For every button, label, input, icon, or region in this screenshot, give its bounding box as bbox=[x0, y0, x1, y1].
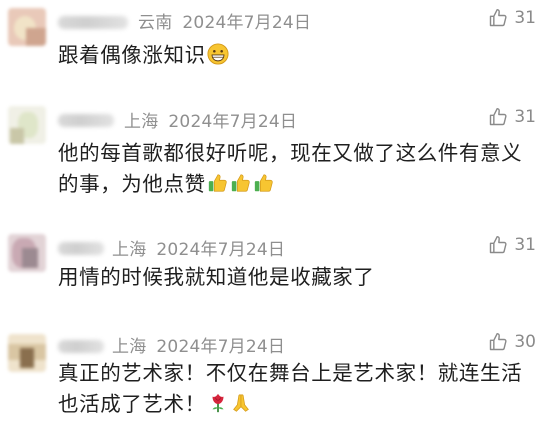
like-button[interactable]: 30 bbox=[488, 332, 536, 352]
like-count: 30 bbox=[514, 332, 536, 352]
comment-text: 真正的艺术家！不仅在舞台上是艺术家！就连生活也活成了艺术！ bbox=[58, 358, 528, 420]
username-redacted bbox=[58, 114, 114, 127]
comment-meta: 上海 2024年7月24日 bbox=[124, 107, 297, 132]
comment-text: 他的每首歌都很好听呢，现在又做了这么件有意义的事，为他点赞 bbox=[58, 138, 530, 200]
comment-item: 上海 2024年7月24日 31 他的每首歌都很好听呢，现在又做了这么件有意义的事… bbox=[0, 104, 550, 214]
comment-location: 上海 bbox=[124, 112, 159, 132]
comment-date: 2024年7月24日 bbox=[156, 240, 286, 260]
avatar[interactable] bbox=[8, 106, 46, 144]
like-button[interactable]: 31 bbox=[488, 107, 536, 127]
username-redacted bbox=[58, 340, 104, 353]
thumbs-up-emoji bbox=[208, 174, 227, 192]
comment-body: 他的每首歌都很好听呢，现在又做了这么件有意义的事，为他点赞 bbox=[58, 141, 523, 196]
like-count: 31 bbox=[514, 235, 536, 255]
comment-location: 上海 bbox=[112, 240, 147, 260]
rose-emoji bbox=[212, 393, 224, 413]
comment-text: 跟着偶像涨知识 bbox=[58, 40, 536, 71]
comment-meta: 上海 2024年7月24日 bbox=[112, 235, 285, 260]
comment-body: 真正的艺术家！不仅在舞台上是艺术家！就连生活也活成了艺术！ bbox=[58, 361, 523, 416]
comment-date: 2024年7月24日 bbox=[168, 112, 298, 132]
comment-meta: 上海 2024年7月24日 bbox=[112, 332, 285, 357]
grinning-face-emoji bbox=[207, 43, 229, 65]
thumbs-up-emoji bbox=[231, 174, 250, 192]
comment-body: 用情的时候我就知道他是收藏家了 bbox=[58, 265, 375, 289]
username-redacted bbox=[58, 242, 104, 255]
username-redacted bbox=[58, 16, 128, 29]
comment-item: 上海 2024年7月24日 30 真正的艺术家！不仅在舞台上是艺术家！就连生活也活… bbox=[0, 330, 550, 425]
comment-date: 2024年7月24日 bbox=[156, 337, 286, 357]
avatar[interactable] bbox=[8, 234, 46, 272]
like-count: 31 bbox=[514, 107, 536, 127]
comment-location: 上海 bbox=[112, 337, 147, 357]
comment-text: 用情的时候我就知道他是收藏家了 bbox=[58, 262, 536, 293]
avatar[interactable] bbox=[8, 8, 46, 46]
comment-item: 云南 2024年7月24日 31 跟着偶像涨知识 bbox=[0, 6, 550, 76]
thumbs-up-icon bbox=[490, 8, 507, 27]
thumbs-up-icon bbox=[490, 107, 507, 126]
folded-hands-emoji bbox=[232, 394, 249, 412]
comment-body: 跟着偶像涨知识 bbox=[58, 43, 206, 67]
like-button[interactable]: 31 bbox=[488, 235, 536, 255]
comment-item: 上海 2024年7月24日 31 用情的时候我就知道他是收藏家了 bbox=[0, 232, 550, 302]
thumbs-up-icon bbox=[490, 332, 507, 351]
like-button[interactable]: 31 bbox=[488, 8, 536, 28]
thumbs-up-icon bbox=[490, 235, 507, 254]
comment-location: 云南 bbox=[138, 13, 173, 33]
comment-meta: 云南 2024年7月24日 bbox=[138, 8, 311, 33]
like-count: 31 bbox=[514, 8, 536, 28]
comment-date: 2024年7月24日 bbox=[182, 13, 312, 33]
avatar[interactable] bbox=[8, 334, 46, 372]
thumbs-up-emoji bbox=[254, 174, 273, 192]
